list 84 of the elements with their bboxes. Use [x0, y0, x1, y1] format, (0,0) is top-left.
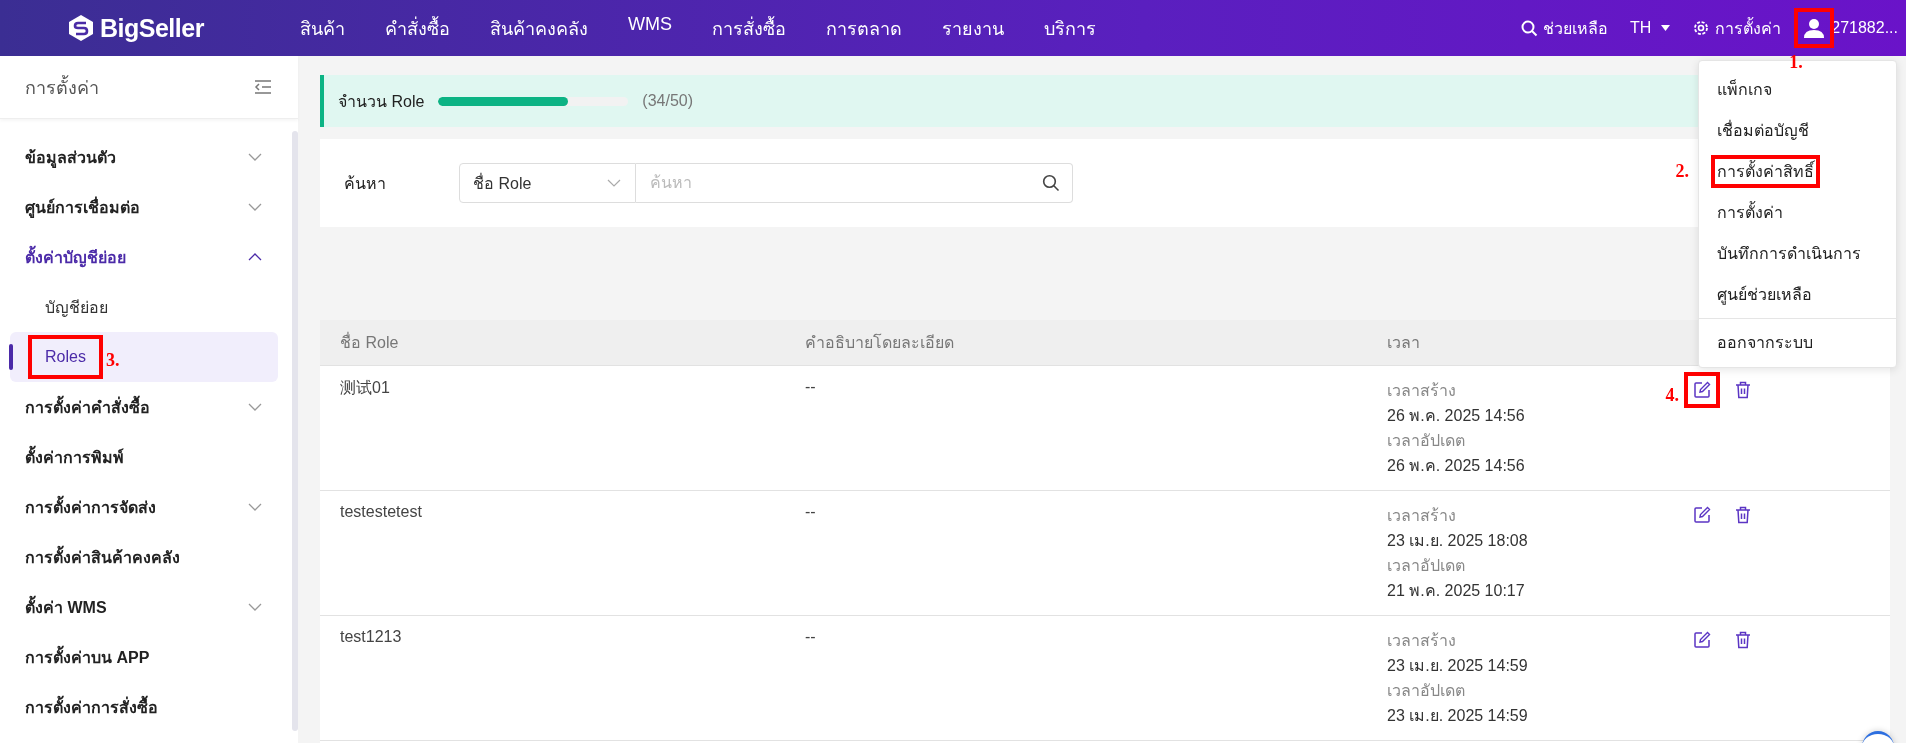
role-name: testestetest	[339, 503, 423, 521]
chevron-down-icon	[248, 603, 262, 611]
time-label: เวลาสร้าง	[1387, 506, 1456, 526]
sidebar-item[interactable]: ตั้งค่าการพิมพ์	[10, 432, 288, 482]
time-value: 23 เม.ย. 2025 18:08	[1387, 531, 1528, 551]
logo-icon	[68, 14, 94, 42]
step-number: 3.	[105, 350, 120, 371]
search-icon	[1520, 19, 1538, 37]
step-number: 4.	[1665, 385, 1679, 406]
user-name[interactable]: 271882...	[1831, 19, 1898, 37]
nav-link[interactable]: การสั่งซื้อ	[712, 13, 786, 43]
role-description: --	[805, 503, 817, 521]
user-icon[interactable]	[1803, 17, 1826, 39]
edit-icon[interactable]	[1693, 506, 1711, 524]
quota-count: (34/50)	[642, 92, 694, 110]
sidebar-title: การตั้งค่า	[25, 74, 99, 100]
collapse-icon[interactable]	[254, 80, 272, 94]
quota-label: จำนวน Role	[338, 91, 425, 112]
delete-icon[interactable]	[1735, 381, 1751, 399]
nav-link[interactable]: WMS	[628, 13, 672, 43]
role-description: --	[805, 378, 817, 396]
sidebar-subitem[interactable]: Roles 3.	[10, 332, 278, 382]
role-name: 测试01	[339, 378, 391, 398]
column-header: ชื่อ Role	[339, 331, 400, 353]
menu-item[interactable]: บันทึกการดำเนินการ	[1713, 238, 1865, 269]
chevron-down-icon	[248, 503, 262, 511]
delete-icon[interactable]	[1735, 506, 1751, 524]
help-link[interactable]: ช่วยเหลือ	[1520, 15, 1608, 41]
time-label: เวลาสร้าง	[1387, 631, 1456, 651]
time-value: 21 พ.ค. 2025 10:17	[1387, 581, 1525, 601]
sidebar-item[interactable]: ข้อมูลส่วนตัว	[10, 132, 288, 182]
role-description: --	[805, 628, 817, 646]
search-icon[interactable]	[1042, 174, 1060, 192]
nav-link[interactable]: สินค้าคงคลัง	[490, 13, 588, 43]
chevron-up-icon	[248, 253, 262, 261]
time-value: 23 เม.ย. 2025 14:59	[1387, 656, 1528, 676]
chevron-down-icon	[248, 153, 262, 161]
chevron-down-icon	[248, 403, 262, 411]
edit-icon[interactable]	[1693, 381, 1711, 399]
settings-link[interactable]: การตั้งค่า	[1692, 15, 1782, 41]
chevron-down-icon	[248, 203, 262, 211]
sidebar-item[interactable]: ตั้งค่าบัญชีย่อย	[10, 232, 288, 282]
delete-icon[interactable]	[1735, 631, 1751, 649]
logo-text: BigSeller	[100, 13, 204, 43]
nav-link[interactable]: รายงาน	[942, 13, 1004, 43]
sidebar-item[interactable]: ศูนย์การเชื่อมต่อ	[10, 182, 288, 232]
time-label: เวลาอัปเดต	[1387, 681, 1465, 701]
language-selector[interactable]: TH	[1629, 19, 1671, 37]
nav-link[interactable]: คำสั่งซื้อ	[385, 13, 450, 43]
search-input[interactable]: ค้นหา	[648, 173, 1042, 193]
menu-item[interactable]: แพ็กเกจ	[1713, 74, 1776, 105]
time-label: เวลาสร้าง	[1387, 381, 1456, 401]
nav-link[interactable]: สินค้า	[300, 13, 345, 43]
step-number: 1.	[1789, 52, 1803, 73]
sidebar-item[interactable]: ตั้งค่า WMS	[10, 582, 288, 632]
scrollbar[interactable]	[292, 131, 298, 731]
search-field[interactable]: ค้นหา	[636, 163, 1073, 203]
search-label: ค้นหา	[344, 173, 387, 194]
time-label: เวลาอัปเดต	[1387, 431, 1465, 451]
nav-link[interactable]: การตลาด	[826, 13, 902, 43]
edit-icon[interactable]	[1693, 631, 1711, 649]
time-label: เวลาอัปเดต	[1387, 556, 1465, 576]
menu-item[interactable]: ศูนย์ช่วยเหลือ	[1713, 279, 1816, 310]
time-value: 23 เม.ย. 2025 14:59	[1387, 706, 1528, 726]
sidebar-item[interactable]: การตั้งค่าสินค้าคงคลัง	[10, 532, 288, 582]
role-name: test1213	[339, 628, 403, 646]
column-header: เวลา	[1387, 333, 1421, 353]
field-select[interactable]: ชื่อ Role	[459, 163, 636, 203]
column-header: คำอธิบายโดยละเอียด	[805, 332, 955, 353]
menu-item[interactable]: ออกจากระบบ	[1713, 327, 1817, 358]
menu-item[interactable]: เชื่อมต่อบัญชี	[1713, 115, 1813, 146]
time-value: 26 พ.ค. 2025 14:56	[1387, 406, 1525, 426]
caret-icon	[1661, 25, 1671, 31]
sidebar-item[interactable]: การตั้งค่าคำสั่งซื้อ	[10, 382, 288, 432]
chevron-down-icon	[607, 179, 621, 187]
sidebar-item[interactable]: การตั้งค่าการสั่งซื้อ	[10, 682, 288, 732]
sidebar-subitem[interactable]: บัญชีย่อย	[10, 282, 278, 332]
sidebar-item[interactable]: การตั้งค่าการจัดส่ง	[10, 482, 288, 532]
sidebar-item[interactable]: การตั้งค่าบน APP	[10, 632, 288, 682]
menu-item[interactable]: การตั้งค่า	[1713, 197, 1787, 228]
step-number: 2.	[1675, 161, 1689, 182]
time-value: 26 พ.ค. 2025 14:56	[1387, 456, 1525, 476]
nav-link[interactable]: บริการ	[1044, 13, 1096, 43]
settings-icon	[1692, 19, 1711, 37]
